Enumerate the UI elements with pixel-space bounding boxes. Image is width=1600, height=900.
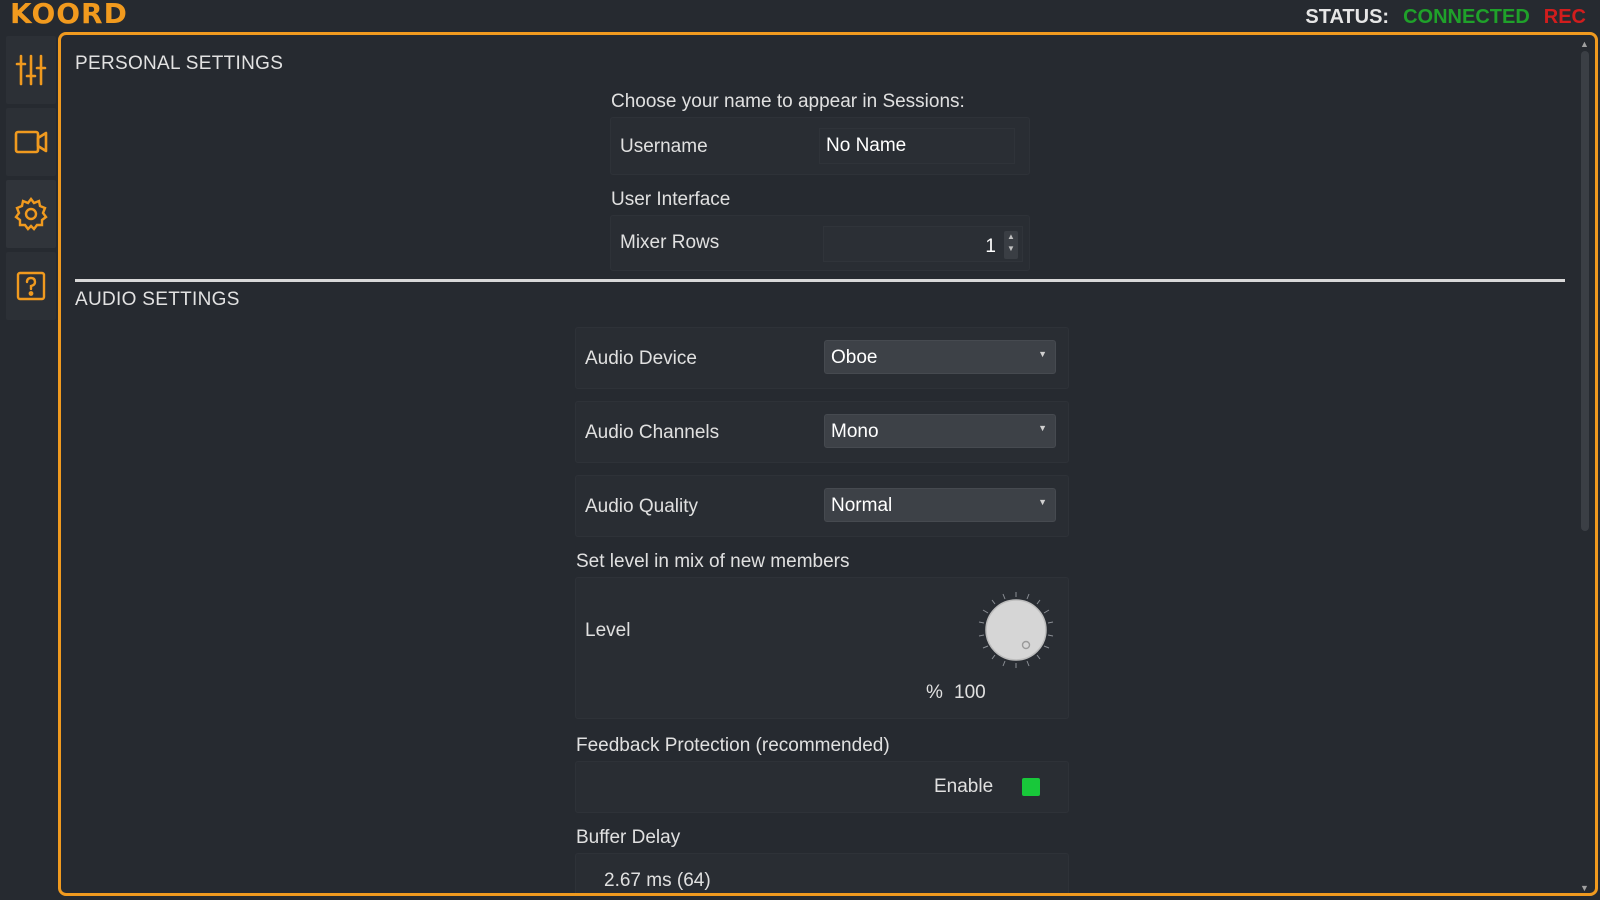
side-nav xyxy=(6,36,56,324)
koord-logo: KOORD xyxy=(10,0,128,30)
scroll-down-icon[interactable]: ▼ xyxy=(1580,883,1589,893)
buffer-delay-group: 2.67 ms (64) xyxy=(575,853,1069,893)
mixer-rows-value: 1 xyxy=(985,236,996,257)
mixer-rows-spinbox[interactable]: 1 ▲ ▼ xyxy=(823,226,1023,262)
mixer-rows-label: Mixer Rows xyxy=(620,232,720,253)
rec-indicator: REC xyxy=(1543,6,1586,28)
feedback-label: Feedback Protection (recommended) xyxy=(576,735,890,756)
scrollbar-thumb[interactable] xyxy=(1581,51,1589,531)
audio-channels-label: Audio Channels xyxy=(585,422,720,443)
audio-channels-group: Audio Channels Mono ▼ xyxy=(575,401,1069,463)
buffer-delay-value: 2.67 ms (64) xyxy=(604,870,711,891)
audio-device-label: Audio Device xyxy=(585,348,697,369)
enable-label: Enable xyxy=(934,776,994,797)
mixer-rows-group: Mixer Rows 1 ▲ ▼ xyxy=(610,215,1030,271)
audio-device-value: Oboe xyxy=(831,347,878,368)
mixer-sliders-icon xyxy=(15,54,47,86)
level-prompt: Set level in mix of new members xyxy=(576,551,850,572)
gear-icon xyxy=(14,197,48,231)
feedback-group: Enable xyxy=(575,761,1069,813)
chevron-down-icon: ▼ xyxy=(1038,423,1047,433)
audio-device-group: Audio Device Oboe ▼ xyxy=(575,327,1069,389)
panel-scrollbar[interactable]: ▲ ▼ xyxy=(1579,39,1591,893)
level-label: Level xyxy=(585,620,631,641)
nav-help-button[interactable] xyxy=(6,252,56,320)
audio-device-select[interactable]: Oboe ▼ xyxy=(824,340,1056,374)
audio-quality-select[interactable]: Normal ▼ xyxy=(824,488,1056,522)
nav-video-button[interactable] xyxy=(6,108,56,176)
username-label: Username xyxy=(620,136,708,157)
chevron-down-icon: ▼ xyxy=(1038,497,1047,507)
username-group: Username No Name xyxy=(610,117,1030,175)
video-camera-icon xyxy=(14,130,48,154)
user-interface-label: User Interface xyxy=(611,189,731,210)
level-group: Level % 100 xyxy=(575,577,1069,719)
spin-arrows-icon[interactable]: ▲ ▼ xyxy=(1004,231,1018,259)
audio-channels-value: Mono xyxy=(831,421,879,442)
audio-quality-label: Audio Quality xyxy=(585,496,699,517)
name-prompt: Choose your name to appear in Sessions: xyxy=(611,91,965,112)
audio-settings-title: AUDIO SETTINGS xyxy=(75,289,240,310)
chevron-down-icon: ▼ xyxy=(1038,349,1047,359)
settings-panel: PERSONAL SETTINGS Choose your name to ap… xyxy=(58,32,1598,896)
audio-quality-group: Audio Quality Normal ▼ xyxy=(575,475,1069,537)
nav-mixer-button[interactable] xyxy=(6,36,56,104)
scroll-up-icon[interactable]: ▲ xyxy=(1580,39,1589,49)
audio-channels-select[interactable]: Mono ▼ xyxy=(824,414,1056,448)
username-input[interactable]: No Name xyxy=(819,128,1015,164)
help-icon xyxy=(16,271,46,301)
level-value-field[interactable]: 100 xyxy=(954,682,986,704)
connection-status: CONNECTED xyxy=(1403,6,1530,28)
status-label: STATUS: xyxy=(1305,6,1390,28)
section-divider xyxy=(75,279,1565,282)
personal-settings-title: PERSONAL SETTINGS xyxy=(75,53,284,74)
buffer-delay-label: Buffer Delay xyxy=(576,827,681,848)
nav-settings-button[interactable] xyxy=(6,180,56,248)
audio-quality-value: Normal xyxy=(831,495,893,516)
level-knob[interactable] xyxy=(976,590,1056,670)
status-bar: STATUS: CONNECTED REC xyxy=(1305,6,1586,29)
app-window: KOORD STATUS: CONNECTED REC PERSONAL SET… xyxy=(0,0,1600,900)
level-unit: % xyxy=(926,682,943,703)
feedback-enable-checkbox[interactable] xyxy=(1022,778,1040,796)
